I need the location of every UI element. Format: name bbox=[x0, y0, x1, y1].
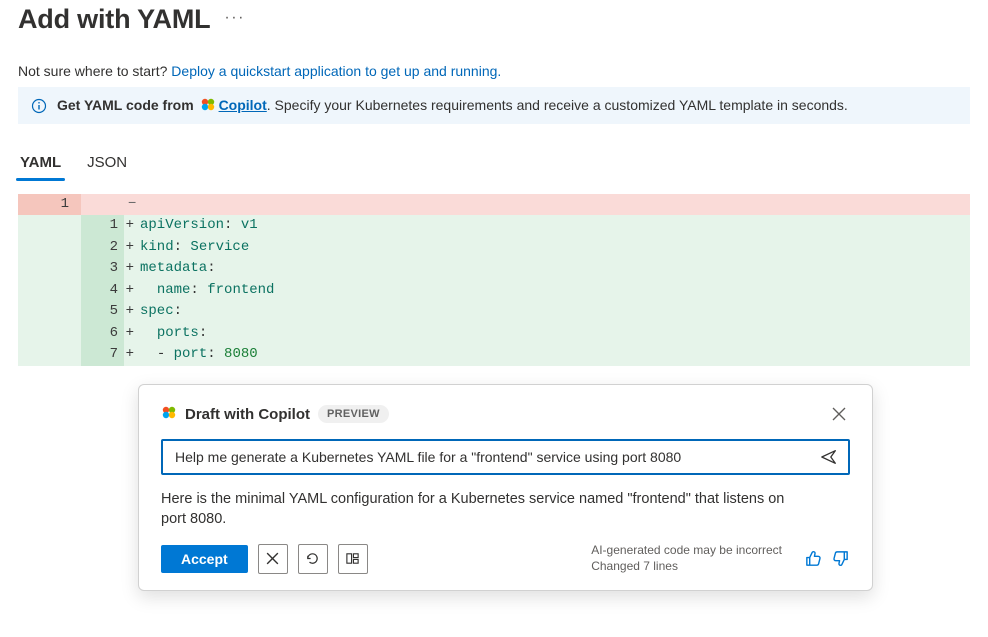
copilot-icon bbox=[200, 96, 216, 115]
discard-button[interactable] bbox=[258, 544, 288, 574]
copilot-response-text: Here is the minimal YAML configuration f… bbox=[161, 489, 801, 529]
thumbs-up-icon[interactable] bbox=[804, 549, 823, 568]
banner-bold-prefix: Get YAML code from bbox=[57, 97, 198, 113]
info-icon bbox=[31, 98, 47, 114]
diff-editor[interactable]: 1 − 1apiVersion: v12kind: Service3metada… bbox=[18, 194, 970, 586]
send-icon[interactable] bbox=[820, 448, 838, 466]
preview-badge: PREVIEW bbox=[318, 405, 389, 423]
code-content: kind: Service bbox=[124, 237, 970, 259]
copilot-icon bbox=[161, 404, 177, 425]
code-content: ports: bbox=[124, 323, 970, 345]
editor-tabs: YAML JSON bbox=[18, 150, 970, 178]
diff-added-line: 2kind: Service bbox=[18, 237, 970, 259]
regenerate-button[interactable] bbox=[298, 544, 328, 574]
copilot-card-title: Draft with Copilot bbox=[185, 406, 310, 423]
diff-added-line: 6 ports: bbox=[18, 323, 970, 345]
added-line-number: 4 bbox=[81, 280, 124, 302]
removed-marker: − bbox=[124, 194, 970, 215]
diff-added-line: 4 name: frontend bbox=[18, 280, 970, 302]
added-line-number: 2 bbox=[81, 237, 124, 259]
more-options-icon[interactable]: ··· bbox=[224, 9, 244, 27]
view-diff-button[interactable] bbox=[338, 544, 368, 574]
accept-button[interactable]: Accept bbox=[161, 545, 248, 573]
added-line-number: 3 bbox=[81, 258, 124, 280]
removed-line-number: 1 bbox=[18, 194, 81, 215]
code-content: spec: bbox=[124, 301, 970, 323]
copilot-info-banner: Get YAML code from Copilot. Specify your… bbox=[18, 87, 970, 124]
page-title: Add with YAML bbox=[18, 4, 210, 35]
thumbs-down-icon[interactable] bbox=[831, 549, 850, 568]
close-icon[interactable] bbox=[828, 403, 850, 425]
diff-added-line: 3metadata: bbox=[18, 258, 970, 280]
code-content: name: frontend bbox=[124, 280, 970, 302]
copilot-banner-link[interactable]: Copilot bbox=[219, 97, 267, 113]
code-content: - port: 8080 bbox=[124, 344, 970, 366]
ai-disclaimer: AI-generated code may be incorrect Chang… bbox=[591, 543, 782, 574]
added-line-number: 5 bbox=[81, 301, 124, 323]
code-content: metadata: bbox=[124, 258, 970, 280]
diff-added-line: 7 - port: 8080 bbox=[18, 344, 970, 366]
tab-yaml[interactable]: YAML bbox=[18, 150, 63, 177]
code-content: apiVersion: v1 bbox=[124, 215, 970, 237]
copilot-prompt-input[interactable] bbox=[173, 448, 810, 466]
tab-json[interactable]: JSON bbox=[85, 150, 129, 177]
copilot-draft-card: Draft with Copilot PREVIEW Here is the m… bbox=[138, 384, 873, 591]
diff-added-line: 1apiVersion: v1 bbox=[18, 215, 970, 237]
banner-suffix: . Specify your Kubernetes requirements a… bbox=[267, 97, 848, 113]
added-line-number: 6 bbox=[81, 323, 124, 345]
copilot-prompt-box bbox=[161, 439, 850, 475]
diff-removed-line: 1 − bbox=[18, 194, 970, 215]
diff-added-line: 5spec: bbox=[18, 301, 970, 323]
helper-prefix: Not sure where to start? bbox=[18, 63, 171, 79]
deploy-quickstart-link[interactable]: Deploy a quickstart application to get u… bbox=[171, 63, 501, 79]
added-line-number: 1 bbox=[81, 215, 124, 237]
added-line-number: 7 bbox=[81, 344, 124, 366]
